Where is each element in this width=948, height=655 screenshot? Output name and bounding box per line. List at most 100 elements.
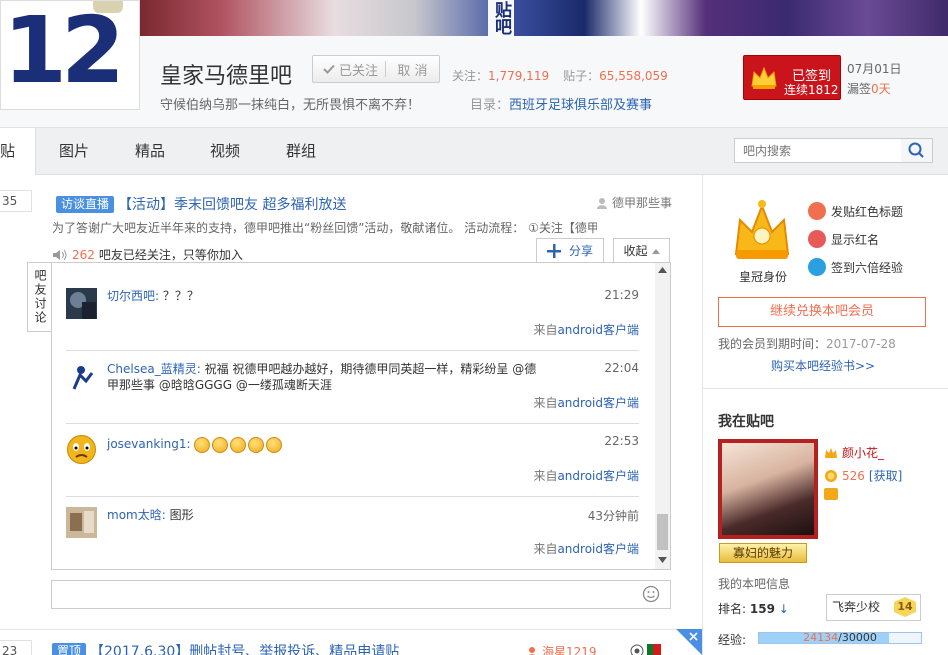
share-button[interactable]: 分享 bbox=[536, 238, 604, 262]
my-username[interactable]: 颜小花_ bbox=[842, 444, 884, 461]
reply-source: 来自android客户端 bbox=[533, 540, 639, 557]
exp-progress-text: 24134/30000 bbox=[759, 631, 921, 644]
my-rank: 排名: 159 ↓ bbox=[718, 600, 789, 617]
sign-in-button[interactable]: 已签到 连续1812 bbox=[743, 55, 841, 100]
reply-divider bbox=[66, 423, 639, 424]
user-icon bbox=[528, 646, 536, 655]
coin-icon bbox=[825, 469, 837, 482]
crown-small-icon bbox=[825, 447, 837, 458]
missed-label: 漏签 bbox=[847, 82, 872, 96]
thread-author-name: 海星1219 bbox=[542, 645, 597, 655]
post-count: 65,558,059 bbox=[599, 69, 668, 83]
scroll-down-icon[interactable] bbox=[658, 557, 667, 563]
follow-number: 262 bbox=[72, 247, 95, 262]
tab-posts[interactable]: 贴 bbox=[0, 128, 36, 175]
get-coins-link[interactable]: [获取] bbox=[869, 467, 902, 484]
scroll-thumb[interactable] bbox=[657, 514, 668, 550]
user-avatar[interactable] bbox=[66, 361, 97, 392]
tab-groups[interactable]: 群组 bbox=[283, 128, 319, 175]
chat-icon bbox=[808, 230, 826, 248]
thread-author[interactable]: 德甲那些事 bbox=[596, 194, 672, 211]
logo-number: 12 bbox=[3, 0, 125, 104]
angry-emoji-icon bbox=[266, 436, 283, 453]
reply-item: mom太晗: 图形 43分钟前 来自android客户端 bbox=[66, 507, 639, 557]
buy-exp-book-link[interactable]: 购买本吧经验书>> bbox=[771, 357, 875, 374]
thread-author[interactable]: 海星1219 bbox=[526, 643, 597, 655]
reply-time: 22:53 bbox=[604, 434, 639, 448]
forum-name[interactable]: 皇家马德里吧 bbox=[160, 58, 292, 90]
thread-title-link[interactable]: 【2017.6.30】删帖封号、举报投诉、精品申请贴 bbox=[90, 641, 399, 655]
source-prefix: 来自 bbox=[533, 396, 558, 410]
thread-title-link[interactable]: 【活动】季末回馈吧友 超多福利放送 bbox=[118, 194, 346, 214]
check-icon bbox=[323, 64, 335, 74]
perk-red-title: 发贴红色标题 bbox=[808, 202, 903, 220]
user-avatar[interactable] bbox=[66, 507, 97, 538]
reply-user[interactable]: mom太晗: bbox=[107, 508, 166, 522]
rank-value: 159 bbox=[749, 602, 775, 616]
missed-value: 0天 bbox=[871, 82, 891, 96]
sign-icon bbox=[808, 258, 826, 276]
my-badge[interactable]: 寡妇的魅力 bbox=[719, 543, 807, 563]
thread-abstract: 为了答谢广大吧友近半年来的支持，德甲吧推出“粉丝回馈”活动，敬献诸位。 活动流程… bbox=[52, 221, 597, 235]
followed-label: 已关注 bbox=[339, 63, 379, 79]
reply-user[interactable]: 切尔西吧: bbox=[107, 289, 159, 303]
perk-red-name: 显示红名 bbox=[808, 230, 879, 248]
crown-caption: 皇冠身份 bbox=[739, 270, 788, 284]
bookmark-icon bbox=[808, 202, 826, 220]
my-avatar[interactable] bbox=[718, 439, 818, 539]
tab-images[interactable]: 图片 bbox=[56, 128, 92, 175]
reply-scrollbar[interactable] bbox=[655, 263, 670, 569]
forum-logo[interactable]: 12 bbox=[0, 0, 140, 110]
unfollow-button[interactable]: 取 消 bbox=[386, 60, 439, 79]
crown-icon bbox=[751, 66, 777, 89]
source-prefix: 来自 bbox=[533, 323, 558, 337]
angry-emoji-icon bbox=[248, 436, 265, 453]
reply-user[interactable]: Chelsea_蓝精灵: bbox=[107, 362, 201, 376]
reply-item: josevanking1: 22:53 来自android客户端 bbox=[66, 434, 639, 484]
reply-input[interactable] bbox=[51, 580, 671, 609]
tab-featured[interactable]: 精品 bbox=[132, 128, 168, 175]
my-coins: 526 [获取] bbox=[824, 467, 902, 484]
followed-button[interactable]: 已关注 bbox=[313, 60, 385, 79]
crown-badge-icon bbox=[734, 200, 790, 259]
source-link[interactable]: android客户端 bbox=[557, 323, 639, 337]
vip-icon bbox=[824, 488, 838, 500]
rank-label: 排名: bbox=[718, 602, 747, 616]
reply-user[interactable]: josevanking1: bbox=[107, 437, 191, 451]
angry-emoji-icon bbox=[230, 436, 247, 453]
forum-search-input[interactable] bbox=[734, 138, 902, 163]
reply-divider bbox=[66, 496, 639, 497]
search-button[interactable] bbox=[901, 138, 933, 163]
reply-text: josevanking1: bbox=[107, 436, 547, 453]
source-link[interactable]: android客户端 bbox=[557, 542, 639, 556]
reply-time: 43分钟前 bbox=[587, 509, 639, 523]
plus-icon bbox=[546, 243, 561, 258]
angry-emoji-icon bbox=[212, 436, 229, 453]
reply-text: mom太晗: 图形 bbox=[107, 507, 547, 523]
banner-mark: 贴吧 bbox=[488, 0, 514, 36]
reply-content: 图形 bbox=[169, 508, 194, 522]
follow-toggle: 已关注 取 消 bbox=[312, 55, 440, 83]
sign-date: 07月01日 bbox=[847, 62, 902, 76]
thread-title-row: 置顶 【2017.6.30】删帖封号、举报投诉、精品申请贴 bbox=[52, 641, 399, 655]
scroll-up-icon[interactable] bbox=[658, 267, 667, 273]
tab-videos[interactable]: 视频 bbox=[207, 128, 243, 175]
member-renew-button[interactable]: 继续兑换本吧会员 bbox=[718, 297, 926, 327]
collapse-button[interactable]: 收起 bbox=[613, 238, 670, 262]
catalog-label: 目录： bbox=[470, 98, 510, 113]
discussion-tab[interactable]: 吧友讨论 bbox=[27, 262, 52, 332]
level-name: 飞奔少校 bbox=[832, 600, 881, 614]
post-count-label: 贴子： bbox=[563, 69, 600, 83]
source-prefix: 来自 bbox=[533, 542, 558, 556]
source-prefix: 来自 bbox=[533, 469, 558, 483]
source-link[interactable]: android客户端 bbox=[557, 469, 639, 483]
close-corner[interactable] bbox=[676, 629, 702, 655]
catalog-link[interactable]: 西班牙足球俱乐部及赛事 bbox=[509, 98, 652, 113]
reply-item: 切尔西吧: ？？？ 21:29 来自android客户端 bbox=[66, 288, 639, 338]
member-expiry-date: 2017-07-28 bbox=[826, 337, 896, 351]
user-avatar[interactable] bbox=[66, 434, 97, 465]
source-link[interactable]: android客户端 bbox=[557, 396, 639, 410]
thread-tag[interactable]: 访谈直播 bbox=[56, 195, 115, 213]
emoji-picker-icon[interactable] bbox=[642, 585, 660, 603]
user-avatar[interactable] bbox=[66, 288, 97, 319]
